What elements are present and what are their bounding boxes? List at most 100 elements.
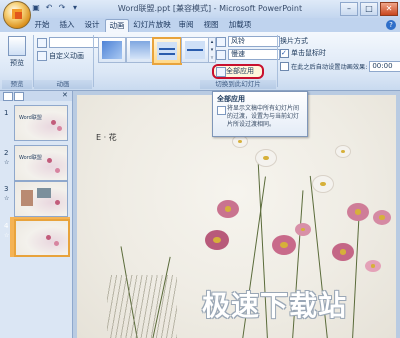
auto-after-label: 在此之后自动设置动画效果: <box>291 64 368 71</box>
thumb-flower <box>51 120 56 125</box>
group-divider <box>277 35 278 87</box>
preview-button[interactable]: 预览 <box>6 36 28 68</box>
speed-select[interactable]: 慢速 <box>228 49 280 60</box>
group-divider <box>93 35 94 87</box>
outline-tab-icon[interactable] <box>14 92 24 101</box>
tab-review[interactable]: 审阅 <box>176 19 196 31</box>
custom-animation-label: 自定义动画 <box>49 52 84 60</box>
thumb-title: Word联盟 <box>19 115 42 121</box>
transition-sound[interactable]: 风铃 <box>216 36 280 47</box>
on-mouse-click-option[interactable]: 单击鼠标时 <box>280 48 326 58</box>
tab-slideshow[interactable]: 幻灯片放映 <box>132 19 172 31</box>
save-icon[interactable]: ▣ <box>31 3 41 13</box>
white-flower <box>255 149 277 167</box>
tab-view[interactable]: 视图 <box>201 19 221 31</box>
ribbon: 预览 预览 自定义动画 动画 ▴▾▿ 风铃 慢速 切换到此幻灯片 换片方式 单击… <box>0 32 400 91</box>
tab-design[interactable]: 设计 <box>82 19 102 31</box>
tooltip-icon <box>217 106 226 115</box>
thumb-flower <box>55 168 60 173</box>
slide-number: 1 <box>4 109 9 117</box>
thumb-photo <box>21 190 33 206</box>
auto-after-checkbox[interactable] <box>280 62 289 71</box>
dry-grass <box>107 275 177 338</box>
animate-select[interactable] <box>49 37 99 48</box>
tooltip-body: 将显示文稿中所有幻灯片间的过渡，设置为与当前幻灯片所设过渡相同。 <box>227 105 300 128</box>
pink-flower <box>217 200 239 218</box>
advance-slide-heading: 换片方式 <box>280 37 308 45</box>
thumb-flower <box>47 158 52 163</box>
pink-flower <box>347 203 369 221</box>
thumb-flower <box>55 200 60 205</box>
auto-after-option[interactable]: 在此之后自动设置动画效果: 00:00 <box>280 61 400 72</box>
tab-addins[interactable]: 加载项 <box>226 19 254 31</box>
group-label-animation: 动画 <box>34 80 92 89</box>
close-button[interactable]: ✕ <box>380 2 398 16</box>
minimize-button[interactable]: – <box>340 2 358 16</box>
animation-star-icon: ☆ <box>4 195 10 202</box>
slide-thumbnail-4[interactable] <box>14 219 70 257</box>
slide-number: 2 <box>4 149 9 157</box>
apply-all-tooltip: 全部应用 将显示文稿中所有幻灯片间的过渡，设置为与当前幻灯片所设过渡相同。 <box>212 91 308 137</box>
white-flower <box>312 175 334 193</box>
apply-all-icon <box>216 67 226 77</box>
preview-icon <box>8 36 26 56</box>
group-label-preview: 预览 <box>2 80 32 89</box>
thumb-photo <box>37 188 51 198</box>
thumb-flower <box>57 126 62 131</box>
transition-wipe-thumb[interactable] <box>152 37 182 65</box>
qat-dropdown-icon[interactable]: ▾ <box>70 3 80 13</box>
on-click-checkbox[interactable] <box>280 48 289 58</box>
pink-flower <box>332 243 354 261</box>
animation-star-icon: ☆ <box>4 159 10 166</box>
animate-icon <box>37 37 47 48</box>
thumb-title: Word联盟 <box>19 155 42 161</box>
tooltip-title: 全部应用 <box>217 95 245 103</box>
undo-icon[interactable]: ↶ <box>44 3 54 13</box>
slide-thumbnail-3[interactable] <box>14 181 68 217</box>
group-label-transition: 切换到此幻灯片 <box>200 80 276 89</box>
slides-tab-icon[interactable] <box>3 92 13 101</box>
custom-animation-icon <box>37 51 47 61</box>
transition-none-thumb[interactable] <box>98 37 126 63</box>
tab-insert[interactable]: 插入 <box>57 19 77 31</box>
slides-pane: ✕ 1 Word联盟 2 ☆ Word联盟 3 ☆ 4 ☆ <box>0 91 73 338</box>
animation-star-icon: ☆ <box>4 232 10 239</box>
maximize-button[interactable]: □ <box>360 2 378 16</box>
office-button[interactable] <box>3 1 31 29</box>
sound-icon <box>216 36 226 47</box>
site-watermark: 极速下载站 <box>202 289 348 322</box>
close-pane-icon[interactable]: ✕ <box>62 92 70 99</box>
sound-select[interactable]: 风铃 <box>228 36 280 47</box>
slide-thumbnail-2[interactable]: Word联盟 <box>14 145 68 181</box>
pink-flower <box>295 223 311 236</box>
tab-home[interactable]: 开始 <box>32 19 52 31</box>
slide-thumbnail-1[interactable]: Word联盟 <box>14 105 68 141</box>
apply-all-label: 全部应用 <box>226 67 254 75</box>
tab-animations[interactable]: 动画 <box>105 19 129 32</box>
gallery-scroll[interactable]: ▴ ▾ ▿ <box>208 37 216 63</box>
white-flower <box>335 145 351 158</box>
custom-animation-button[interactable]: 自定义动画 <box>37 51 84 61</box>
animate-dropdown[interactable] <box>37 37 99 48</box>
transition-speed[interactable]: 慢速 <box>216 49 280 60</box>
window-title: Word联盟.ppt [兼容模式] - Microsoft PowerPoint <box>117 4 303 13</box>
quick-access-toolbar: ▣ ↶ ↷ ▾ <box>31 3 80 15</box>
on-click-label: 单击鼠标时 <box>291 49 326 57</box>
transition-split-thumb[interactable] <box>181 37 209 63</box>
thumb-flower <box>54 241 59 246</box>
pink-flower <box>272 235 296 255</box>
redo-icon[interactable]: ↷ <box>57 3 67 13</box>
help-icon[interactable]: ? <box>386 20 396 30</box>
pink-flower <box>373 210 391 225</box>
slide-title-text[interactable]: E · 花 <box>96 132 117 143</box>
transition-fade-thumb[interactable] <box>126 37 154 63</box>
slide-number: 4 <box>4 222 9 230</box>
pane-tabs: ✕ <box>0 91 72 101</box>
auto-after-time-input[interactable]: 00:00 <box>369 61 400 72</box>
flower-stem <box>352 210 360 338</box>
thumb-flower <box>46 235 51 240</box>
pink-flower <box>205 230 229 250</box>
apply-to-all-button[interactable]: 全部应用 <box>212 64 264 79</box>
office-logo-icon <box>12 9 22 19</box>
speed-icon <box>216 49 226 60</box>
